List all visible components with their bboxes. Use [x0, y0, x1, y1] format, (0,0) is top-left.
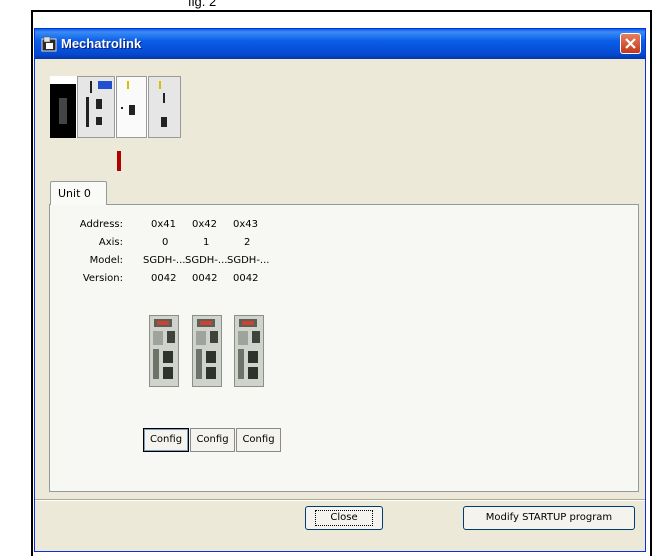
figure-caption: fig. 2	[188, 0, 217, 9]
close-icon	[625, 38, 636, 49]
unit-1-model: SGDH-...	[185, 255, 228, 266]
rack-module-3[interactable]	[148, 76, 181, 138]
unit-2-address: 0x43	[233, 219, 259, 230]
window-close-button[interactable]	[620, 33, 641, 54]
unit-2-version: 0042	[233, 273, 259, 284]
unit-2-axis: 2	[244, 237, 251, 248]
selected-module-marker	[117, 151, 121, 171]
unit-1-address: 0x42	[192, 219, 218, 230]
unit-1-axis: 1	[203, 237, 210, 248]
unit-1-version: 0042	[192, 273, 218, 284]
modify-startup-program-button[interactable]: Modify STARTUP program	[463, 506, 635, 530]
title-bar[interactable]: Mechatrolink	[35, 29, 645, 59]
unit-panel	[49, 204, 639, 492]
unit-2-model: SGDH-...	[227, 255, 270, 266]
mechatrolink-app-icon	[41, 36, 57, 52]
config-button-unit-2[interactable]: Config	[236, 428, 281, 452]
rack-image[interactable]	[50, 76, 181, 138]
modify-button-label: Modify STARTUP program	[485, 512, 613, 523]
unit-0-axis: 0	[162, 237, 169, 248]
servo-drive-image[interactable]	[234, 315, 264, 387]
footer-separator	[35, 499, 645, 501]
config-button-unit-1[interactable]: Config	[190, 428, 235, 452]
tab-label: Unit 0	[58, 187, 91, 200]
config-label: Config	[242, 434, 275, 445]
unit-0-version: 0042	[151, 273, 177, 284]
unit-0-model: SGDH-...	[143, 255, 186, 266]
rack-module-1[interactable]	[77, 76, 115, 138]
model-label: Model:	[89, 255, 123, 266]
servo-drive-image[interactable]	[149, 315, 179, 387]
config-button-unit-0[interactable]: Config	[143, 428, 189, 452]
close-button-label: Close	[315, 510, 373, 526]
address-label: Address:	[79, 219, 123, 230]
tab-unit-0[interactable]: Unit 0	[50, 181, 107, 205]
rack-module-2[interactable]	[116, 76, 147, 138]
window-title: Mechatrolink	[61, 36, 142, 51]
servo-drive-image[interactable]	[192, 315, 222, 387]
unit-0-address: 0x41	[151, 219, 177, 230]
mechatrolink-window: Mechatrolink Unit 0 Address: Axis: Model…	[34, 28, 646, 552]
config-label: Config	[149, 434, 183, 445]
version-label: Version:	[82, 273, 123, 284]
axis-label: Axis:	[98, 237, 123, 248]
close-button[interactable]: Close	[305, 506, 383, 530]
config-label: Config	[196, 434, 229, 445]
rack-cpu-slot	[50, 84, 76, 138]
